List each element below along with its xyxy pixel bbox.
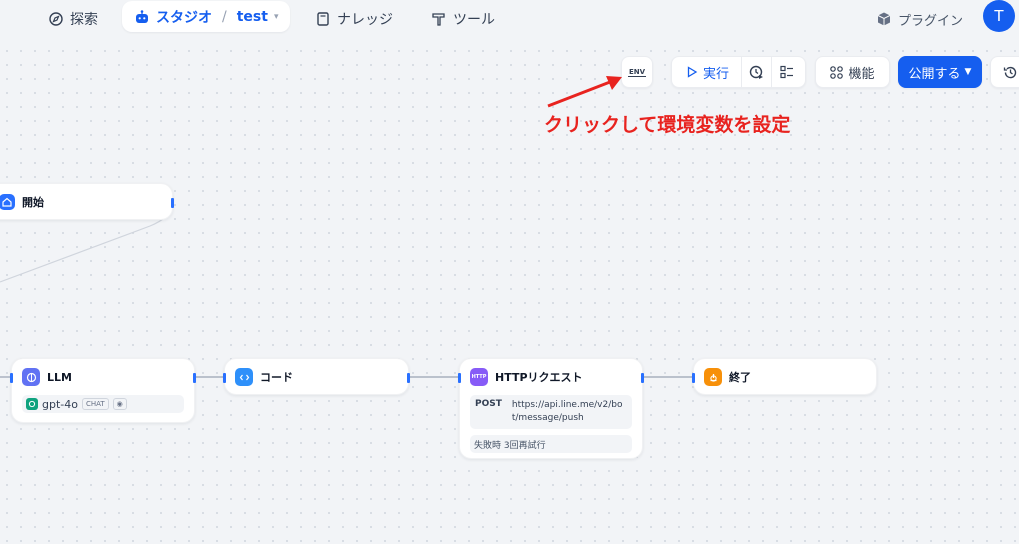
chevron-down-icon: ▼ [964,67,972,77]
node-start-label: 開始 [22,196,44,209]
chevron-down-icon[interactable]: ▾ [274,12,279,22]
workflow-canvas[interactable] [0,44,1019,544]
nav-tools[interactable]: ツール [431,6,495,32]
node-code-label: コード [260,371,293,384]
run-button-group: 実行 [671,56,806,88]
node-llm-input-handle[interactable] [10,373,13,383]
annotation-arrow [547,76,622,108]
http-request-summary: POST https://api.line.me/v2/bot/message/… [470,395,632,429]
compass-icon [49,12,63,26]
history-icon [1003,66,1016,78]
node-start-output-handle[interactable] [171,198,174,208]
nav-plugins-label: プラグイン [898,13,964,29]
http-method: POST [475,399,502,409]
book-icon [317,12,329,26]
version-history-button[interactable] [990,56,1019,88]
cube-icon [877,12,891,26]
publish-label: 公開する [908,66,961,82]
node-code-input-handle[interactable] [223,373,226,383]
checklist-icon [780,65,794,79]
eye-icon: ◉ [112,398,127,410]
breadcrumb-separator: / [222,8,227,25]
node-llm[interactable]: LLM gpt-4o CHAT ◉ [10,358,196,423]
node-http-input-handle[interactable] [458,373,461,383]
app-name[interactable]: test [237,9,268,25]
grid-icon [830,65,844,79]
run-history-button[interactable] [742,57,773,87]
nav-knowledge[interactable]: ナレッジ [315,6,393,32]
model-mode-badge: CHAT [81,398,109,410]
node-llm-label: LLM [47,370,72,384]
http-url: https://api.line.me/v2/bot/message/push [511,400,623,423]
top-nav-bar: 探索 スタジオ / test ▾ ナレッジ ツール プラグイン T [0,0,1019,44]
node-http-output-handle[interactable] [641,373,644,383]
stop-icon [704,368,722,386]
http-icon: HTTP [470,368,488,386]
node-end-label: 終了 [729,371,751,384]
play-icon [687,66,698,78]
home-icon [0,194,15,210]
robot-icon [136,9,148,23]
nav-studio-label: スタジオ [156,9,212,26]
code-icon [235,368,253,386]
brain-icon [22,368,40,386]
publish-button[interactable]: 公開する ▼ [898,56,982,88]
retry-setting: 失敗時 3回再試行 [470,435,632,453]
clock-play-icon [749,65,764,79]
openai-icon [26,398,38,410]
features-button[interactable]: 機能 [815,56,890,88]
annotation-text: クリックして環境変数を設定 [544,114,791,136]
nav-knowledge-label: ナレッジ [337,12,393,28]
run-button[interactable]: 実行 [672,57,743,87]
node-code[interactable]: コード [223,358,410,395]
nav-plugins[interactable]: プラグイン [876,6,963,32]
model-name: gpt-4o [42,397,78,411]
node-http-request[interactable]: HTTP HTTPリクエスト POST https://api.line.me/… [458,358,644,459]
nav-tools-label: ツール [453,12,495,28]
node-end[interactable]: 終了 [692,358,877,395]
node-http-label: HTTPリクエスト [495,371,583,384]
model-selector[interactable]: gpt-4o CHAT ◉ [22,395,184,413]
node-start[interactable]: 開始 [0,183,174,220]
run-label: 実行 [703,66,730,82]
node-code-output-handle[interactable] [407,373,410,383]
nav-explore[interactable]: 探索 [48,6,98,32]
node-end-input-handle[interactable] [692,373,695,383]
hammer-icon [432,13,445,26]
nav-studio[interactable]: スタジオ / test ▾ [122,1,290,32]
checklist-button[interactable] [772,57,802,87]
node-llm-output-handle[interactable] [193,373,196,383]
avatar[interactable]: T [983,0,1015,32]
features-label: 機能 [848,66,875,82]
nav-explore-label: 探索 [70,12,98,28]
